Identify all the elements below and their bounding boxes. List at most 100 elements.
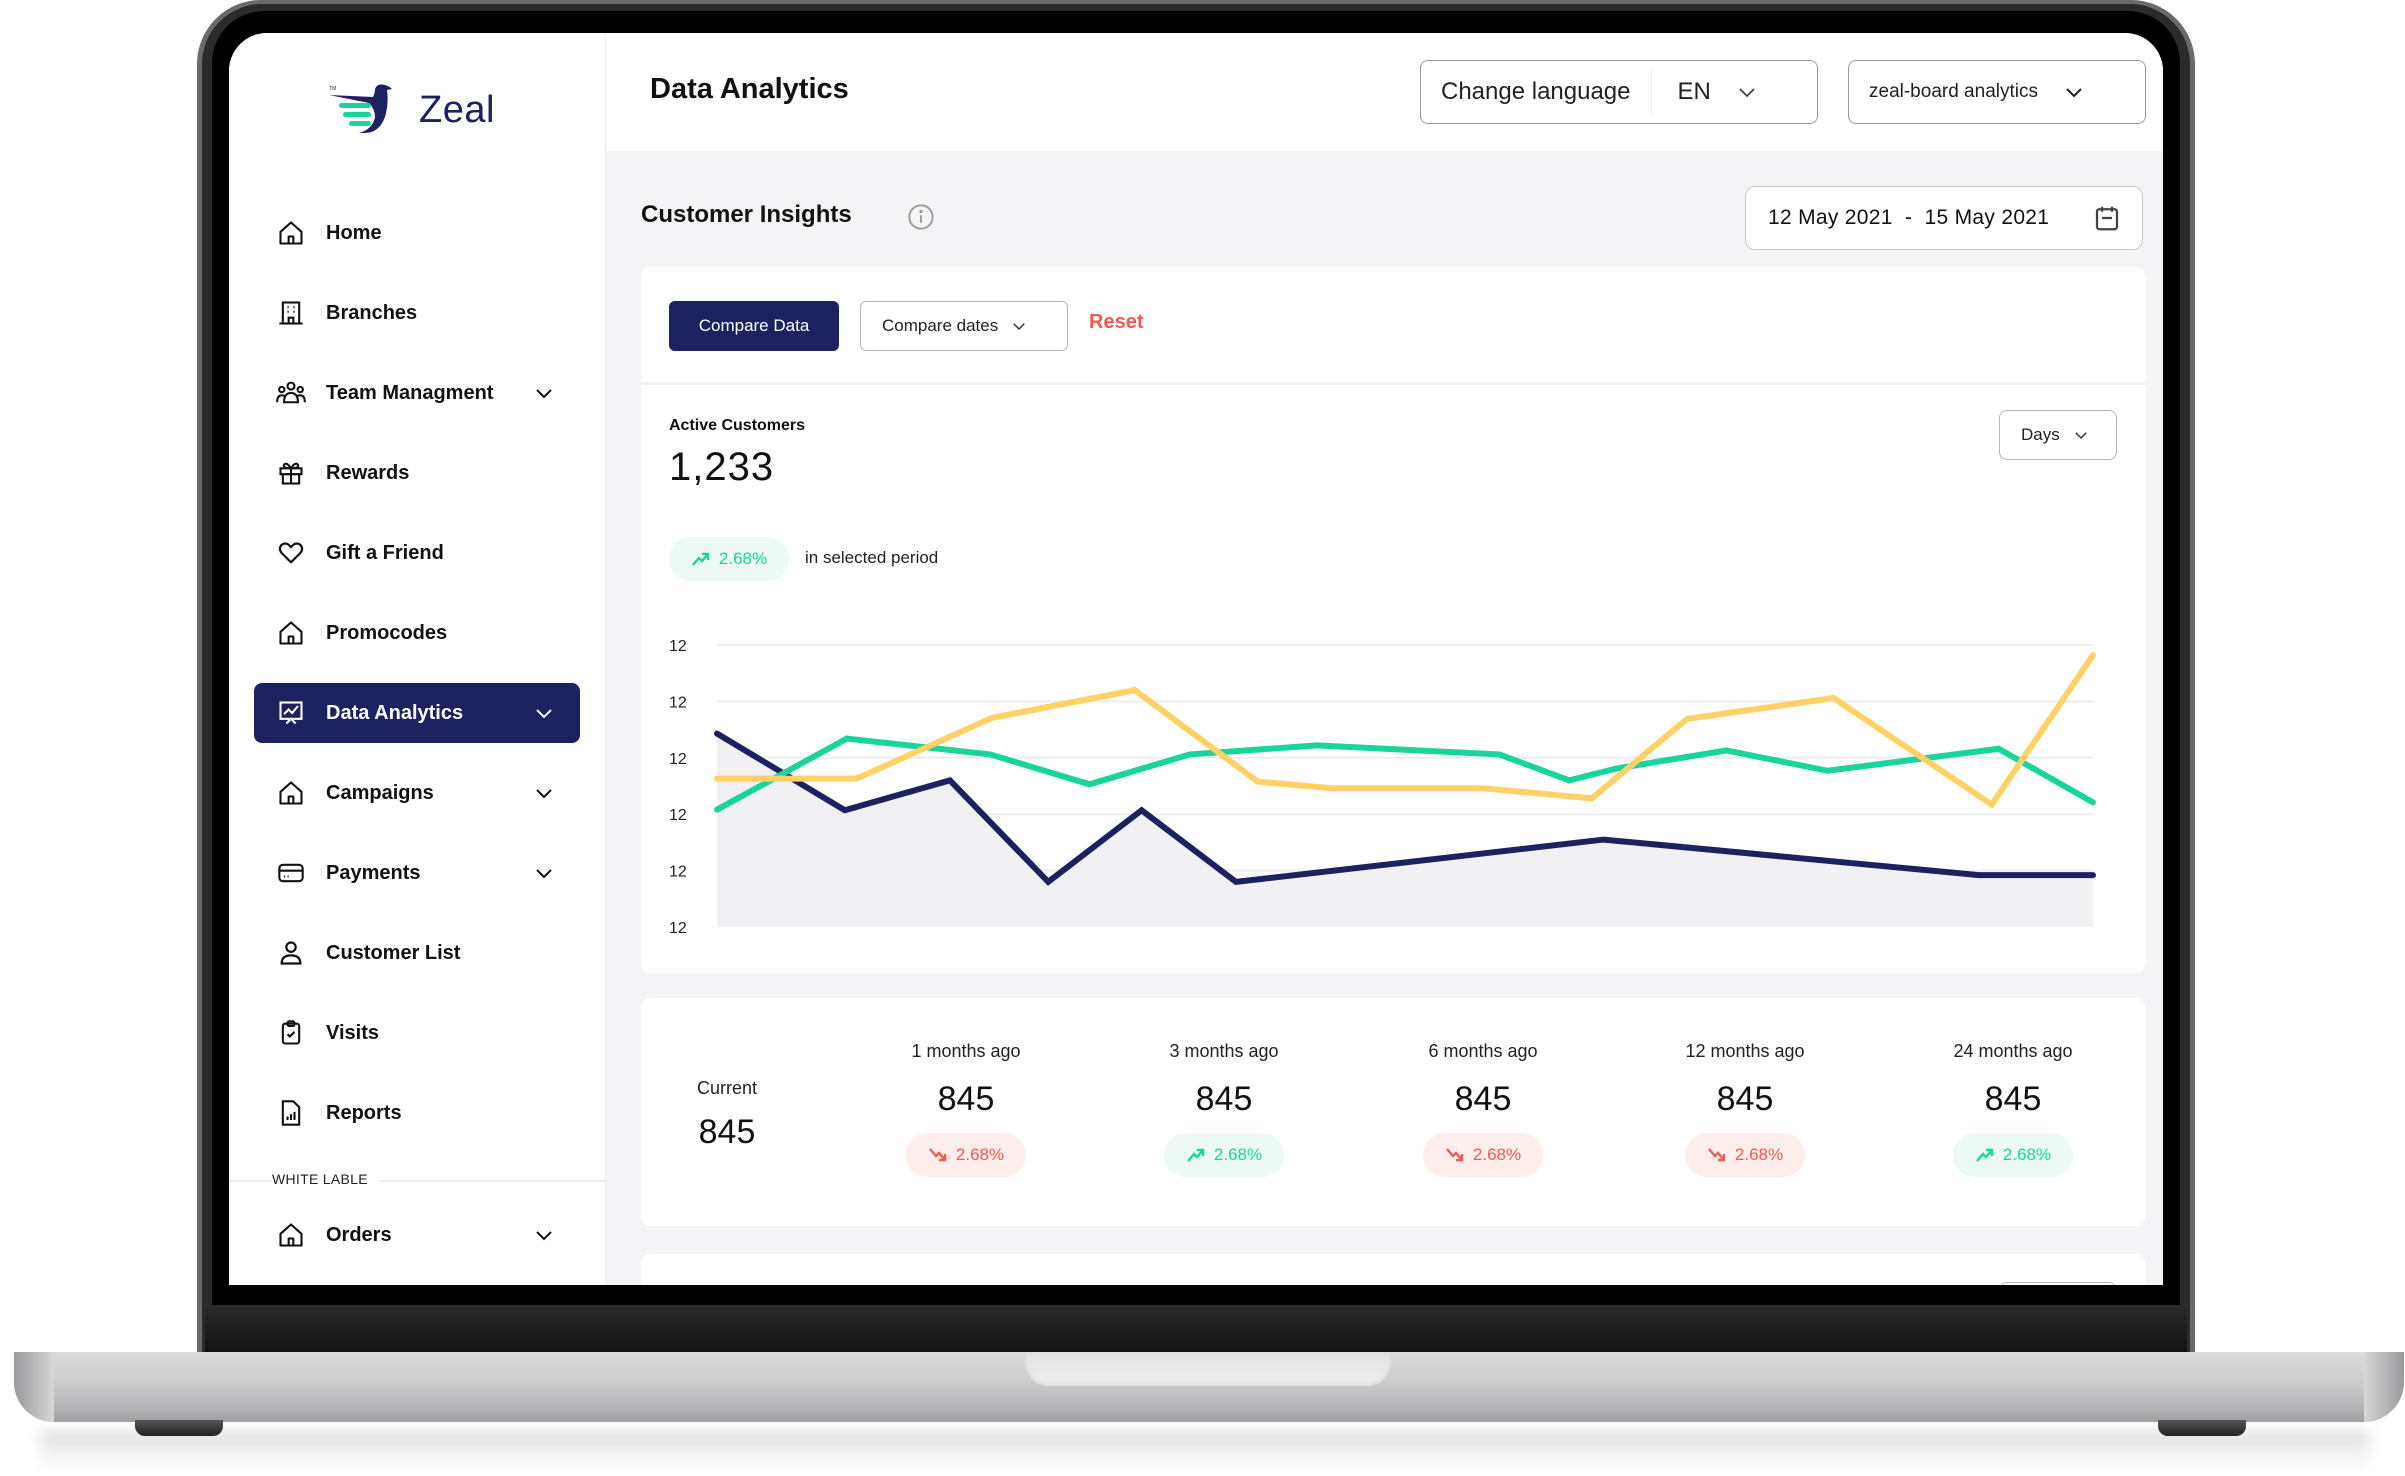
sidebar-item-label: Payments [326, 861, 421, 884]
stat-value: 845 [1454, 1080, 1512, 1118]
sidebar-item-data-analytics[interactable]: Data Analytics [254, 683, 580, 743]
comparison-stat: 3 months ago 845 2.68% [1124, 1041, 1324, 1177]
stat-label: 6 months ago [1428, 1041, 1538, 1061]
top-bar: Data Analytics Change language EN zeal-b… [606, 33, 2163, 151]
metric-period-text: in selected period [805, 548, 939, 567]
sidebar-item-label: Visits [326, 1021, 379, 1044]
board-select[interactable]: zeal-board analytics [1848, 60, 2146, 124]
stat-value: 845 [937, 1080, 995, 1118]
y-tick-label: 12 [669, 638, 687, 655]
section-title: Customer Insights [641, 201, 852, 228]
stat-change-value: 2.68% [955, 1145, 1005, 1164]
compare-dates-dropdown[interactable]: Compare dates [860, 301, 1068, 351]
stat-change-badge: 2.68% [1953, 1133, 2073, 1177]
sidebar-item-visits[interactable]: Visits [254, 1003, 580, 1063]
stat-value: 845 [1984, 1080, 2042, 1118]
chevron-down-icon[interactable] [532, 381, 556, 405]
x-tick-label: Feb 26 [1389, 956, 1439, 957]
chevron-down-icon[interactable] [532, 1223, 556, 1247]
stat-value: 845 [1195, 1080, 1253, 1118]
chevron-down-icon[interactable] [532, 701, 556, 725]
sidebar-item-rewards[interactable]: Rewards [254, 443, 580, 503]
stat-label: Current [697, 1078, 758, 1098]
sidebar-item-label: Home [326, 221, 382, 244]
sidebar-item-label: Gift a Friend [326, 541, 444, 564]
laptop-hinge [205, 1305, 2187, 1355]
language-value: EN [1677, 78, 1711, 105]
sidebar: TM Zeal Home Branches Team Managment Rew… [229, 33, 606, 1285]
brand-logo[interactable]: TM Zeal [329, 83, 495, 137]
toolbar-divider [641, 382, 2145, 385]
stat-change-value: 2.68% [1213, 1145, 1263, 1164]
reset-button[interactable]: Reset [1089, 311, 1143, 334]
info-icon[interactable] [907, 203, 935, 231]
compare-data-button[interactable]: Compare Data [669, 301, 839, 351]
date-range-picker[interactable]: 12 May 2021 - 15 May 2021 [1745, 186, 2143, 250]
sidebar-item-orders[interactable]: Orders [254, 1205, 580, 1265]
language-divider [1650, 70, 1652, 114]
sidebar-item-payments[interactable]: Payments [254, 843, 580, 903]
x-tick-label: Feb 26 [811, 956, 861, 957]
chevron-down-icon[interactable] [532, 861, 556, 885]
chevron-down-icon [1739, 88, 1755, 98]
sidebar-item-label: Reports [326, 1101, 402, 1124]
report-file-icon [276, 1098, 306, 1128]
sidebar-item-label: Rewards [326, 461, 410, 484]
y-tick-label: 12 [669, 920, 687, 937]
sidebar-item-label: Campaigns [326, 781, 434, 804]
sidebar-item-customer-list[interactable]: Customer List [254, 923, 580, 983]
credit-card-icon [276, 858, 306, 888]
card-dropdown[interactable] [1999, 1282, 2117, 1285]
sidebar-item-label: Customer List [326, 941, 461, 964]
stat-label: 24 months ago [1953, 1041, 2073, 1061]
sidebar-item-team-managment[interactable]: Team Managment [254, 363, 580, 423]
active-customers-chart: 12 12 12 12 12 12 Feb 26 Feb 26 Feb 26 Feb 26 Feb … [669, 638, 2114, 957]
sidebar-nav: Home Branches Team Managment Rewards Gif… [254, 203, 580, 1163]
trend-up-icon [1186, 1148, 1205, 1162]
metric-value: 1,233 [669, 445, 775, 489]
sidebar-item-gift-a-friend[interactable]: Gift a Friend [254, 523, 580, 583]
app-screen: TM Zeal Home Branches Team Managment Rew… [229, 33, 2163, 1285]
comparison-stat: 6 months ago 845 2.68% [1383, 1041, 1583, 1177]
stat-change-badge: 2.68% [906, 1133, 1026, 1177]
chevron-down-icon[interactable] [532, 781, 556, 805]
metric-change-badge: 2.68% [669, 537, 789, 581]
user-icon [276, 938, 306, 968]
language-select[interactable]: Change language EN [1420, 60, 1818, 124]
laptop-notch [1025, 1352, 1391, 1386]
comparison-stat: 12 months ago 845 2.68% [1645, 1041, 1845, 1177]
sidebar-item-branches[interactable]: Branches [254, 283, 580, 343]
sidebar-item-reports[interactable]: Reports [254, 1083, 580, 1143]
x-tick-label: Feb 26 [1486, 956, 1536, 957]
sidebar-item-label: Team Managment [326, 381, 494, 404]
x-tick-label: Feb 26 [1582, 956, 1632, 957]
stat-label: 1 months ago [911, 1041, 1021, 1061]
stat-value: 845 [1716, 1080, 1774, 1118]
stat-change-value: 2.68% [1734, 1145, 1784, 1164]
x-tick-label: Feb 26 [1003, 956, 1053, 957]
x-tick-label: Feb 26 [1775, 956, 1825, 957]
granularity-select[interactable]: Days [1999, 410, 2117, 460]
sidebar-item-home[interactable]: Home [254, 203, 580, 263]
current-stat: Current 845 [697, 1078, 757, 1152]
date-range-text: 12 May 2021 - 15 May 2021 [1768, 206, 2050, 229]
zeal-bird-logo-icon: TM [329, 84, 392, 133]
laptop-shadow [40, 1430, 2370, 1470]
sidebar-item-campaigns[interactable]: Campaigns [254, 763, 580, 823]
y-tick-label: 12 [669, 864, 687, 881]
active-customers-card: Compare Data Compare dates Reset Active … [641, 267, 2145, 973]
y-tick-label: 12 [669, 751, 687, 768]
svg-text:TM: TM [329, 86, 336, 92]
stat-change-badge: 2.68% [1164, 1133, 1284, 1177]
chevron-down-icon [2066, 88, 2082, 98]
stat-change-badge: 2.68% [1423, 1133, 1543, 1177]
trend-down-icon [928, 1148, 947, 1162]
trend-up-icon [1975, 1148, 1994, 1162]
sidebar-item-promocodes[interactable]: Promocodes [254, 603, 580, 663]
series-line-yellow [714, 652, 2096, 809]
brand-name: Zeal [419, 88, 495, 131]
monthly-growth-card: Monthly Growth [641, 1254, 2145, 1285]
stat-change-value: 2.68% [2002, 1145, 2052, 1164]
trend-up-icon [691, 552, 710, 566]
stat-change-value: 2.68% [1472, 1145, 1522, 1164]
